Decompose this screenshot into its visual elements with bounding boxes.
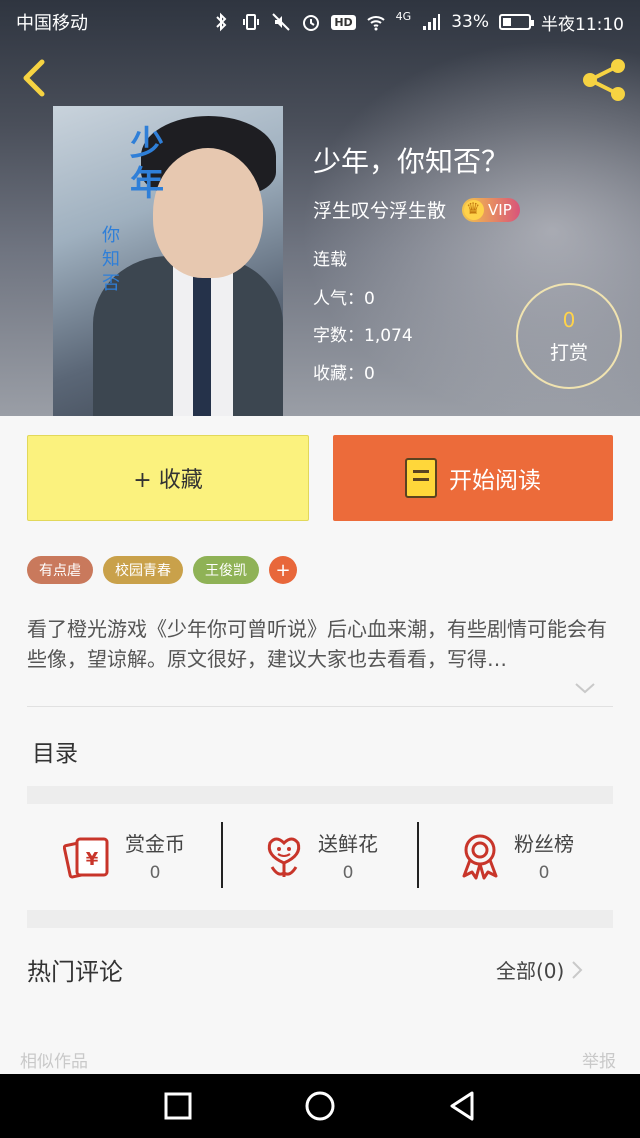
book-cover[interactable]: 少年 你知否 [53, 106, 283, 416]
tag-item[interactable]: 有点虐 [27, 556, 93, 584]
chevron-right-icon [572, 960, 583, 979]
back-arrow-icon[interactable] [16, 56, 56, 100]
svg-text:¥: ¥ [86, 849, 99, 870]
support-stats: ¥ 赏金币 0 送鲜花 0 粉丝榜 0 [27, 818, 613, 893]
section-gap [27, 910, 613, 928]
system-navigation-bar [0, 1074, 640, 1138]
start-reading-button[interactable]: 开始阅读 [333, 435, 613, 521]
book-status: 连载 [313, 250, 347, 270]
home-icon[interactable] [300, 1086, 340, 1126]
book-title: 少年，你知否？ [313, 145, 510, 178]
reward-button[interactable]: 0 打赏 [516, 283, 622, 389]
add-to-collection-button[interactable]: + 收藏 [27, 435, 309, 521]
tag-item[interactable]: 王俊凯 [193, 556, 259, 584]
stat-gold-coins[interactable]: ¥ 赏金币 0 [27, 818, 221, 893]
read-label: 开始阅读 [449, 468, 541, 494]
status-bar: 中国移动 HD 4G 33% 半夜11:10 [0, 0, 640, 44]
chevron-down-icon[interactable] [573, 678, 597, 698]
signal-icon [423, 14, 441, 30]
book-icon [405, 458, 437, 498]
carrier-name: 中国移动 [16, 13, 88, 34]
vibrate-icon [243, 14, 260, 30]
battery-icon [499, 14, 534, 30]
reward-label: 打赏 [549, 341, 588, 364]
vip-badge: VIP [462, 197, 520, 222]
collect-label: + 收藏 [133, 468, 203, 493]
stat-label: 赏金币 [125, 832, 185, 856]
cover-subtitle: 你知否 [102, 225, 120, 294]
stat-value: 0 [538, 863, 550, 883]
all-comments-label: 全部(0) [496, 959, 565, 983]
stat-label: 粉丝榜 [514, 832, 574, 856]
hot-comments-title: 热门评论 [27, 958, 123, 986]
divider [27, 706, 613, 707]
table-of-contents-link[interactable]: 目录 [32, 734, 78, 768]
add-tag-button[interactable]: + [269, 556, 297, 584]
cover-figure-face [153, 148, 263, 278]
back-icon[interactable] [442, 1086, 482, 1126]
tag-item[interactable]: 校园青春 [103, 556, 183, 584]
word-count: 字数：1,074 [313, 326, 413, 346]
crown-icon [464, 199, 485, 220]
recent-apps-icon[interactable] [158, 1086, 198, 1126]
clock: 半夜11:10 [541, 14, 624, 35]
ribbon-medal-icon [462, 834, 498, 879]
alarm-icon [303, 15, 320, 31]
wifi-icon [367, 16, 385, 31]
stat-label: 送鲜花 [318, 832, 378, 856]
tag-list: 有点虐 校园青春 王俊凯 + [27, 556, 297, 584]
stat-flowers[interactable]: 送鲜花 0 [223, 818, 417, 893]
similar-works-title: 相似作品 [20, 1052, 88, 1072]
report-link[interactable]: 举报 [582, 1047, 616, 1072]
status-icons: HD 4G 33% 半夜11:10 [211, 10, 624, 35]
cover-title: 少年 [130, 124, 164, 204]
flower-icon [267, 837, 301, 877]
vip-label: VIP [488, 200, 512, 219]
section-gap [27, 786, 613, 804]
stat-fan-ranking[interactable]: 粉丝榜 0 [419, 818, 613, 893]
share-icon[interactable] [578, 56, 630, 104]
hd-badge: HD [331, 14, 356, 30]
stat-value: 0 [342, 863, 354, 883]
bluetooth-icon [216, 12, 227, 32]
book-description: 看了橙光游戏《少年你可曾听说》后心血来潮，有些剧情可能会有些像，望谅解。原文很好… [27, 617, 607, 671]
reward-count: 0 [562, 307, 576, 332]
favorites-count: 收藏：0 [313, 364, 375, 384]
network-type: 4G [395, 9, 412, 23]
battery-percent: 33% [451, 12, 489, 32]
cover-figure-tie [193, 271, 211, 416]
popularity: 人气：0 [313, 289, 375, 309]
mute-icon [272, 13, 291, 31]
author-row: 浮生叹兮浮生散 VIP [313, 196, 520, 223]
gold-coin-icon: ¥ [63, 837, 109, 878]
book-header: 中国移动 HD 4G 33% 半夜11:10 少年 你知否 少年，你知否？ 浮生… [0, 0, 640, 416]
all-comments-link[interactable]: 全部(0) [496, 955, 584, 984]
author-name[interactable]: 浮生叹兮浮生散 [313, 196, 446, 223]
stat-value: 0 [149, 863, 161, 883]
